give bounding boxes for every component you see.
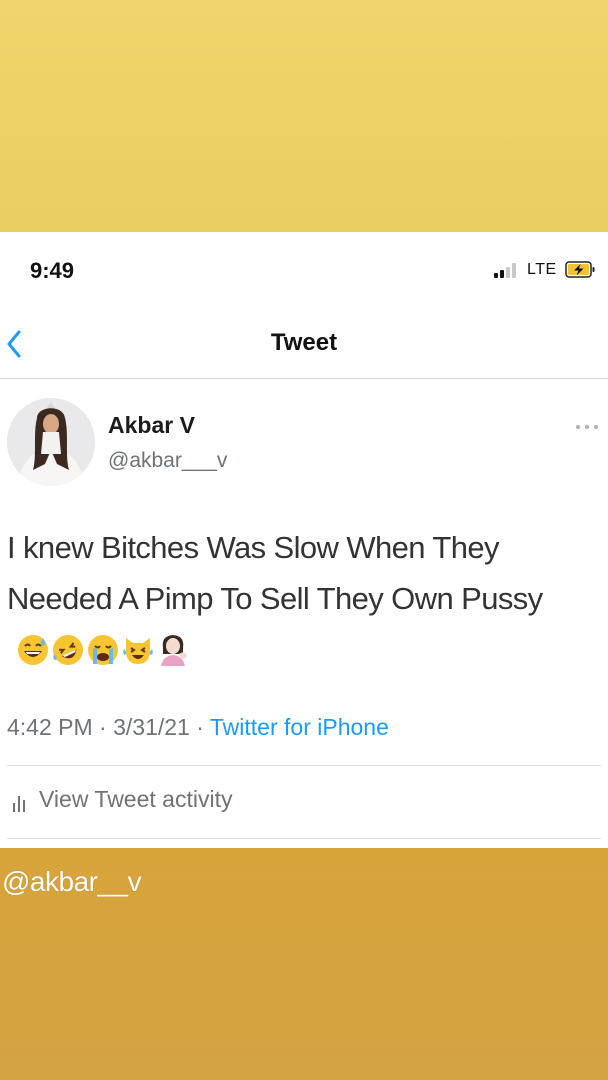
network-label: LTE (527, 261, 557, 278)
tweet-metadata: 4:42 PM · 3/31/21 · Twitter for iPhone (7, 714, 389, 741)
story-caption: @akbar__v (2, 866, 142, 897)
crying-cat-emoji (123, 638, 153, 664)
status-time: 9:49 (30, 258, 75, 283)
tweet-text: I knew Bitches Was Slow When They Needed… (7, 522, 597, 681)
woman-tipping-hand-emoji (161, 635, 187, 666)
display-name[interactable]: Akbar V (108, 412, 195, 439)
more-options-icon[interactable] (574, 422, 600, 432)
battery-charging-icon (565, 261, 595, 278)
emoji-row (17, 630, 192, 681)
story-background-top (0, 0, 608, 232)
signal-icon (494, 262, 520, 278)
tweet-time: 4:42 PM (7, 714, 93, 740)
tweet-source-link[interactable]: Twitter for iPhone (210, 714, 389, 740)
crying-emoji (88, 635, 118, 665)
sweat-smile-emoji (18, 635, 48, 665)
rofl-emoji (53, 635, 83, 665)
avatar[interactable] (7, 398, 95, 486)
view-tweet-activity-button[interactable]: View Tweet activity (39, 786, 232, 813)
divider (7, 765, 601, 766)
nav-divider (0, 378, 608, 379)
tweet-text-content: I knew Bitches Was Slow When They Needed… (7, 530, 543, 616)
user-handle[interactable]: @akbar___v (108, 449, 227, 473)
tweet-screenshot: 9:49 LTE Tweet Akbar V @akbar___v I knew… (0, 232, 608, 848)
meta-separator: · (99, 714, 107, 740)
bar-chart-icon (13, 796, 25, 812)
meta-separator: · (196, 714, 204, 740)
tweet-date: 3/31/21 (113, 714, 190, 740)
divider (7, 838, 601, 839)
page-title: Tweet (270, 329, 338, 356)
